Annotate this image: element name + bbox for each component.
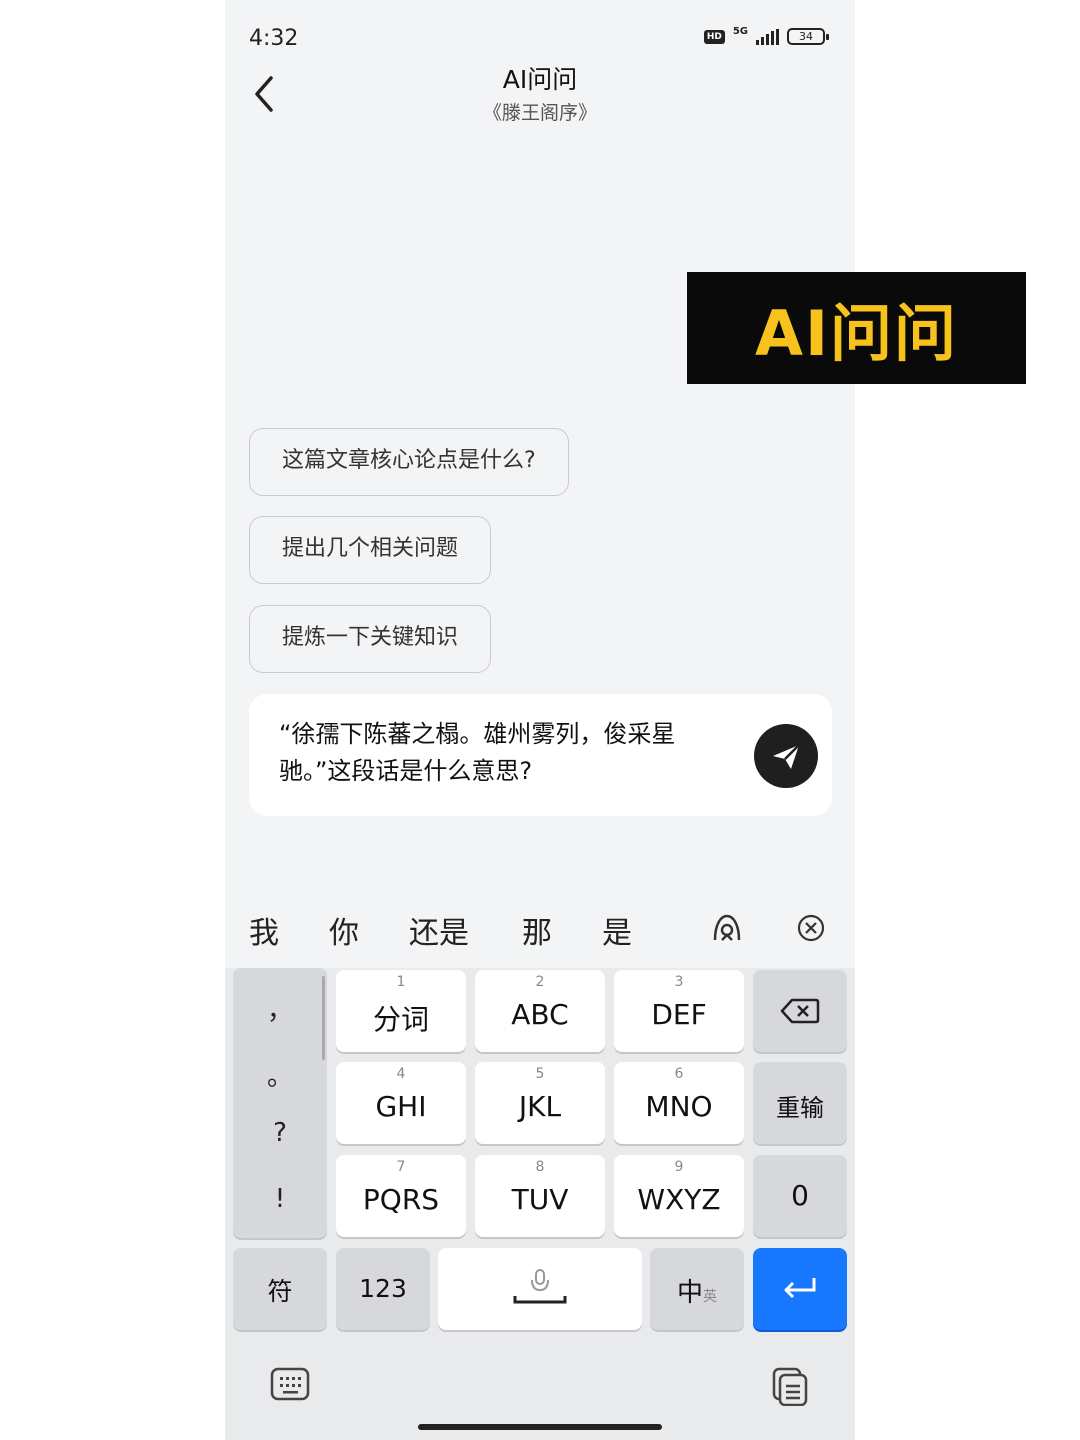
signal-icon — [756, 28, 779, 45]
punct-exclaim[interactable]: ! — [233, 1184, 327, 1214]
key-number: 6 — [674, 1066, 684, 1082]
key-label: 符 — [267, 1277, 293, 1306]
key-label: WXYZ — [637, 1183, 721, 1216]
key-4[interactable]: 4 GHI — [336, 1062, 466, 1144]
page-title: AI问问 — [502, 65, 578, 94]
scrollbar — [322, 976, 325, 1060]
message-input-text[interactable]: “徐孺下陈蕃之榻。雄州雾列，俊采星驰。”这段话是什么意思? — [279, 716, 739, 790]
keyboard-switch-icon[interactable] — [270, 1366, 310, 1402]
punctuation-list[interactable]: ， 。 ? ! — [233, 968, 327, 1238]
key-label: ABC — [511, 998, 569, 1031]
battery-icon: 34 — [787, 28, 829, 45]
keyboard: 我 你 还是 那 是 ， 。 ? ! 1 分词 2 ABC 3 DEF 4 GH… — [225, 890, 855, 1440]
key-label: 0 — [791, 1179, 809, 1212]
status-icons: HD 5G 34 — [703, 26, 829, 45]
key-2[interactable]: 2 ABC — [475, 970, 605, 1052]
retype-key[interactable]: 重输 — [753, 1062, 847, 1144]
lang-alt: 英 — [703, 1289, 717, 1305]
key-label: 重输 — [776, 1094, 824, 1122]
key-6[interactable]: 6 MNO — [614, 1062, 744, 1144]
punct-question[interactable]: ? — [233, 1118, 327, 1148]
punct-period[interactable]: 。 — [233, 1056, 327, 1093]
page-subtitle: 《滕王阁序》 — [482, 102, 597, 124]
microphone-icon — [513, 1269, 567, 1304]
key-label: DEF — [651, 998, 707, 1031]
key-label: TUV — [511, 1183, 569, 1216]
suggestion-chip[interactable]: 提出几个相关问题 — [249, 516, 492, 584]
numbers-key[interactable]: 123 — [336, 1248, 430, 1330]
key-number: 5 — [535, 1066, 545, 1082]
key-9[interactable]: 9 WXYZ — [614, 1155, 744, 1237]
key-number: 2 — [535, 974, 545, 990]
home-indicator[interactable] — [418, 1424, 662, 1430]
lang-main: 中 — [676, 1278, 703, 1308]
key-label: PQRS — [362, 1183, 440, 1216]
language-key[interactable]: 中英 — [650, 1248, 744, 1330]
title-overlay-banner: AI问问 — [687, 272, 1026, 384]
key-label: 中英 — [650, 1272, 744, 1309]
candidate-word[interactable]: 你 — [329, 908, 359, 952]
candidate-bar: 我 你 还是 那 是 — [225, 890, 855, 968]
key-3[interactable]: 3 DEF — [614, 970, 744, 1052]
message-input[interactable]: “徐孺下陈蕃之榻。雄州雾列，俊采星驰。”这段话是什么意思? — [249, 694, 832, 816]
candidate-word[interactable]: 那 — [522, 908, 552, 952]
enter-key[interactable] — [753, 1248, 847, 1330]
candidate-word[interactable]: 是 — [602, 908, 632, 952]
key-number: 9 — [674, 1159, 684, 1175]
enter-icon — [784, 1278, 816, 1299]
ai-assistant-icon[interactable] — [709, 910, 745, 946]
candidate-word[interactable]: 我 — [249, 908, 279, 952]
suggestion-chip[interactable]: 这篇文章核心论点是什么? — [249, 428, 569, 496]
key-label: 分词 — [372, 1003, 429, 1036]
clipboard-icon[interactable] — [770, 1366, 810, 1406]
key-label: 123 — [359, 1274, 407, 1303]
backspace-key[interactable] — [753, 970, 847, 1052]
phone-screen: 4:32 HD 5G 34 AI问问 《滕王阁序》 这篇文章核心论点是什么? 提… — [225, 0, 855, 1440]
key-number: 7 — [396, 1159, 406, 1175]
network-type: 5G — [732, 26, 748, 37]
space-key[interactable] — [438, 1248, 642, 1330]
key-0[interactable]: 0 — [753, 1155, 847, 1237]
key-5[interactable]: 5 JKL — [475, 1062, 605, 1144]
candidate-word[interactable]: 还是 — [409, 908, 469, 952]
status-time: 4:32 — [249, 26, 299, 51]
close-icon[interactable] — [795, 912, 827, 944]
key-7[interactable]: 7 PQRS — [336, 1155, 466, 1237]
suggestion-chip[interactable]: 提炼一下关键知识 — [249, 605, 492, 673]
key-number: 8 — [535, 1159, 545, 1175]
send-icon — [773, 744, 800, 769]
key-number: 3 — [674, 974, 684, 990]
key-number: 1 — [396, 974, 406, 990]
backspace-icon — [780, 998, 820, 1024]
symbols-key[interactable]: 符 — [233, 1248, 327, 1330]
punct-comma[interactable]: ， — [233, 990, 327, 1027]
send-button[interactable] — [754, 724, 818, 788]
overlay-text: AI问问 — [754, 297, 959, 370]
key-label: MNO — [645, 1090, 713, 1123]
key-8[interactable]: 8 TUV — [475, 1155, 605, 1237]
hd-icon: HD — [703, 29, 725, 44]
key-label: JKL — [518, 1090, 562, 1123]
key-number: 4 — [396, 1066, 406, 1082]
key-1[interactable]: 1 分词 — [336, 970, 466, 1052]
key-label: GHI — [375, 1090, 427, 1123]
